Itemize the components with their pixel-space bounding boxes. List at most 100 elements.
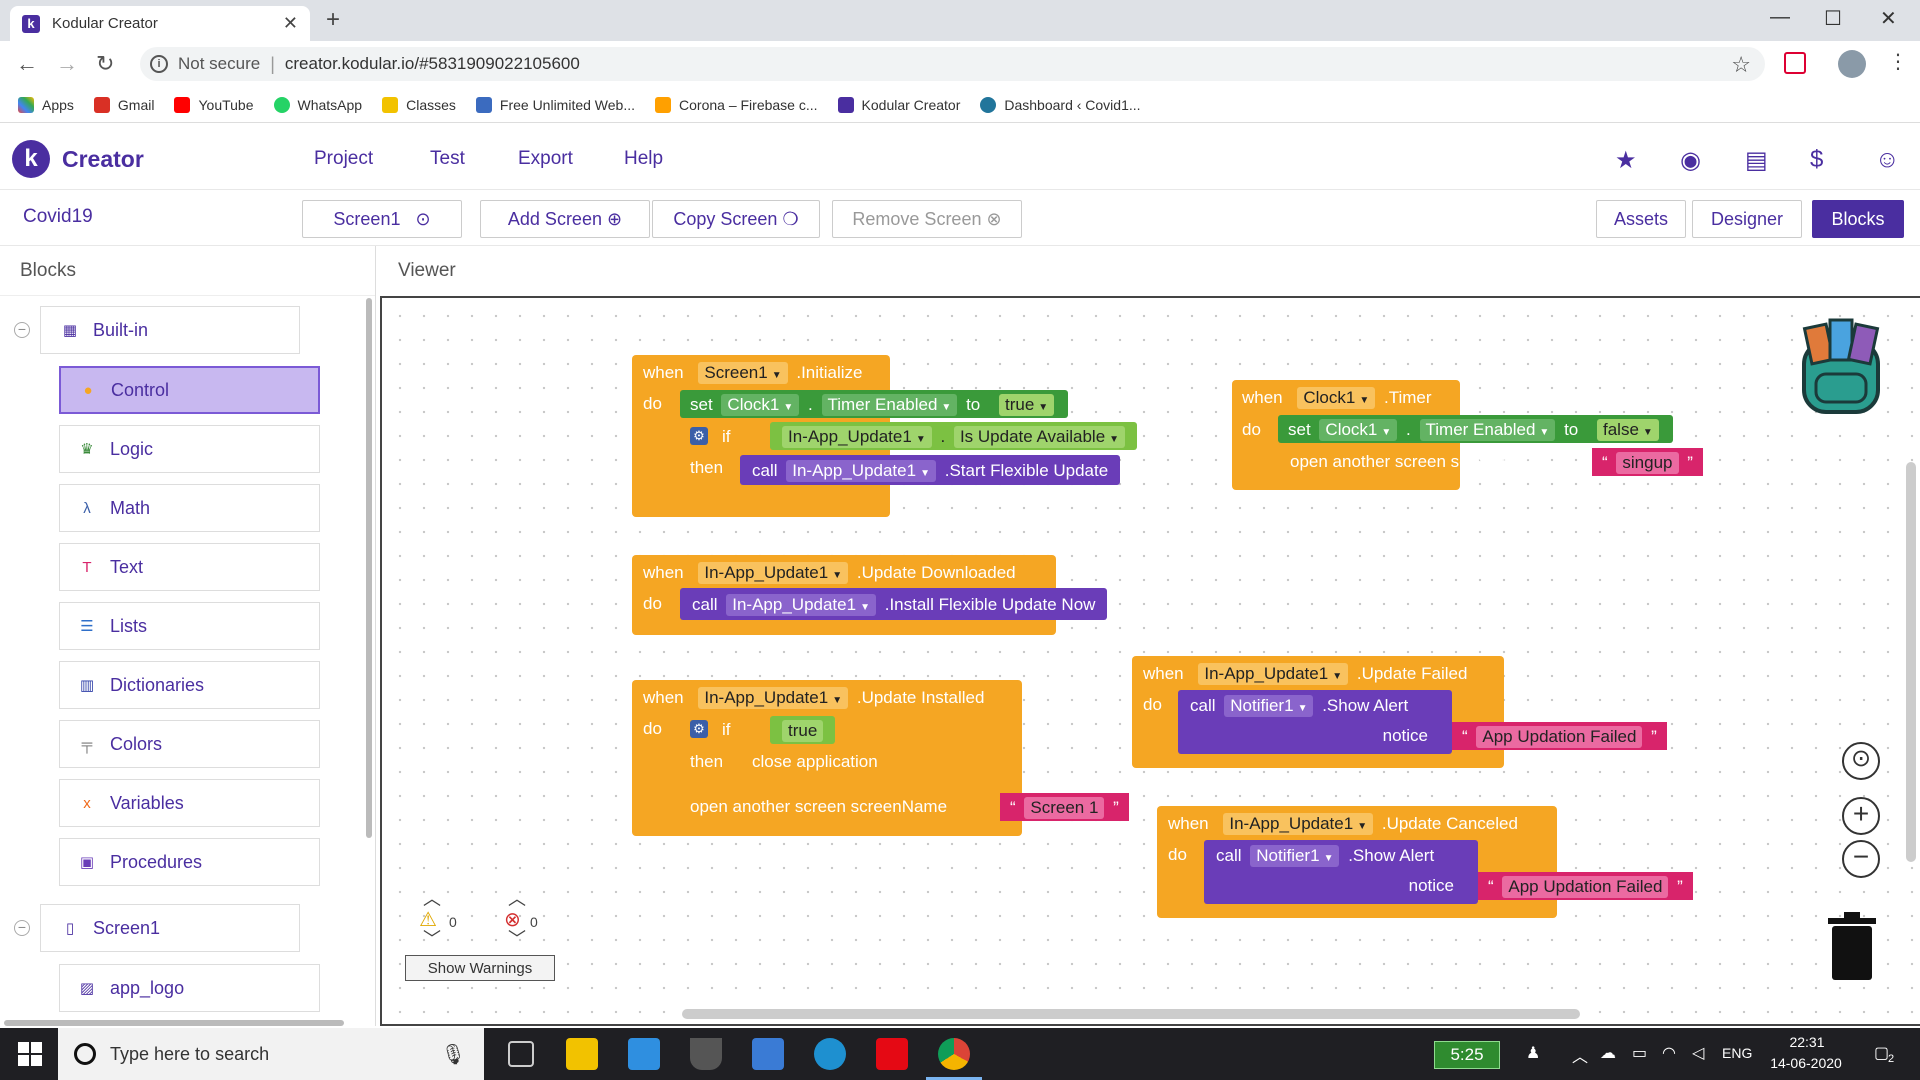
set-clock-timer-block[interactable]: set Clock1 ▼ . Timer Enabled ▼ to false ▼ (1278, 415, 1673, 443)
show-warnings-button[interactable]: Show Warnings (405, 955, 555, 981)
start-flexible-update-block[interactable]: call In-App_Update1 ▼ .Start Flexible Upd… (740, 455, 1121, 485)
docs-icon[interactable]: ▤ (1745, 146, 1768, 175)
bookmark-whatsapp[interactable]: WhatsApp (273, 96, 362, 113)
update-component-dropdown[interactable]: In-App_Update1 ▼ (698, 562, 849, 584)
update-component-dropdown[interactable]: In-App_Update1 ▼ (1223, 813, 1374, 835)
update-component-dropdown[interactable]: In-App_Update1 ▼ (726, 594, 876, 616)
new-tab-button[interactable]: + (326, 6, 340, 34)
panel-horizontal-scrollbar[interactable] (4, 1020, 344, 1026)
add-screen-button[interactable]: Add Screen ⊕ (480, 200, 650, 238)
update-component-dropdown[interactable]: In-App_Update1 ▼ (782, 426, 932, 448)
tree-item-app-logo[interactable]: ▨ app_logo (59, 964, 320, 1012)
chrome-icon[interactable] (938, 1038, 970, 1070)
menu-test[interactable]: Test (430, 148, 465, 170)
volume-icon[interactable]: ◁ (1692, 1043, 1704, 1063)
url-text[interactable]: creator.kodular.io/#5831909022105600 (285, 54, 580, 74)
bookmark-youtube[interactable]: YouTube (174, 96, 254, 113)
account-icon[interactable]: ☺ (1875, 146, 1900, 174)
bookmark-apps[interactable]: Apps (18, 96, 74, 113)
zoom-in-button[interactable]: + (1842, 797, 1880, 835)
set-clock-timer-block[interactable]: set Clock1 ▼ . Timer Enabled ▼ to true ▼ (680, 390, 1069, 418)
maximize-icon[interactable]: ☐ (1824, 6, 1842, 31)
component-dropdown[interactable]: Screen1 ▼ (698, 362, 788, 384)
tree-item-colors[interactable]: ╤ Colors (59, 720, 320, 768)
folder-star-icon[interactable]: ★ (1615, 146, 1637, 175)
tree-item-lists[interactable]: ☰ Lists (59, 602, 320, 650)
trash-icon[interactable] (1826, 912, 1878, 982)
update-component-dropdown[interactable]: In-App_Update1 ▼ (786, 460, 936, 482)
language-indicator[interactable]: ENG (1722, 1045, 1752, 1061)
clock-dropdown[interactable]: Clock1 ▼ (721, 394, 800, 416)
error-prev-icon[interactable]: ︿ (508, 890, 526, 908)
mic-icon[interactable]: 🎙 (441, 1042, 466, 1067)
false-dropdown[interactable]: false ▼ (1596, 419, 1659, 441)
clock-date[interactable]: 14-06-2020 (1766, 1055, 1846, 1071)
netflix-icon[interactable] (876, 1038, 908, 1070)
blocks-button[interactable]: Blocks (1812, 200, 1904, 238)
tree-builtin[interactable]: ▦ Built-in (40, 306, 300, 354)
property-dropdown[interactable]: Is Update Available ▼ (953, 426, 1126, 448)
bookmark-dashboard[interactable]: Dashboard ‹ Covid1... (980, 96, 1141, 113)
error-next-icon[interactable]: ﹀ (508, 930, 526, 948)
tree-item-procedures[interactable]: ▣ Procedures (59, 838, 320, 886)
menu-project[interactable]: Project (314, 148, 373, 170)
bookmark-gmail[interactable]: Gmail (93, 96, 154, 113)
singup-text-block[interactable]: “ singup ” (1592, 448, 1703, 476)
app-updation-failed-text-block[interactable]: “ App Updation Failed ” (1478, 872, 1693, 900)
app-updation-failed-text-block[interactable]: “ App Updation Failed ” (1452, 722, 1667, 750)
true-block[interactable]: true (770, 716, 836, 744)
window-close-icon[interactable]: ✕ (1880, 6, 1897, 31)
gear-icon[interactable]: ⚙ (690, 427, 708, 445)
palette-icon[interactable]: ◉ (1680, 146, 1701, 175)
bookmark-classes[interactable]: Classes (382, 96, 456, 113)
tree-screen1[interactable]: ▯ Screen1 (40, 904, 300, 952)
tree-item-variables[interactable]: x Variables (59, 779, 320, 827)
security-shield-icon[interactable] (690, 1038, 722, 1070)
dollar-icon[interactable]: $ (1810, 146, 1823, 174)
forward-icon[interactable]: → (56, 51, 78, 77)
backpack-icon[interactable] (1786, 312, 1896, 422)
workspace-horizontal-scrollbar[interactable] (682, 1009, 1580, 1019)
designer-button[interactable]: Designer (1692, 200, 1802, 238)
brand-name[interactable]: Creator (62, 146, 144, 173)
back-icon[interactable]: ← (16, 51, 38, 77)
people-icon[interactable]: ♟ (1526, 1043, 1540, 1063)
show-alert-block[interactable]: call Notifier1 ▼ .Show Alert notice (1204, 840, 1478, 904)
is-update-available-block[interactable]: In-App_Update1 ▼ . Is Update Available ▼ (770, 422, 1138, 450)
collapse-screen1-icon[interactable]: − (14, 920, 30, 936)
bookmark-star-icon[interactable]: ☆ (1731, 52, 1751, 78)
notifier-dropdown[interactable]: Notifier1 ▼ (1250, 845, 1340, 867)
install-flexible-update-block[interactable]: call In-App_Update1 ▼ .Install Flexible U… (680, 588, 1108, 620)
clock-dropdown[interactable]: Clock1 ▼ (1319, 419, 1398, 441)
tree-item-logic[interactable]: ♛ Logic (59, 425, 320, 473)
bookmark-firebase[interactable]: Corona – Firebase c... (655, 96, 818, 113)
browser-menu-icon[interactable]: ⋮ (1888, 49, 1908, 74)
screen1-text-block[interactable]: “ Screen 1 ” (1000, 793, 1129, 821)
omnibox[interactable]: i Not secure | creator.kodular.io/#58319… (140, 47, 1765, 81)
mail-icon[interactable] (628, 1038, 660, 1070)
warning-prev-icon[interactable]: ︿ (423, 890, 441, 908)
notifier-dropdown[interactable]: Notifier1 ▼ (1224, 695, 1314, 717)
battery-icon[interactable]: ▭ (1632, 1043, 1647, 1063)
screen-select[interactable]: Screen1 ⊙ (302, 200, 462, 238)
assets-button[interactable]: Assets (1596, 200, 1686, 238)
clock-dropdown[interactable]: Clock1 ▼ (1297, 387, 1376, 409)
network-error-icon[interactable]: ☁ (1600, 1043, 1616, 1063)
menu-help[interactable]: Help (624, 148, 663, 170)
task-view-icon[interactable] (508, 1041, 534, 1067)
tab-close-icon[interactable]: ✕ (283, 13, 298, 34)
true-dropdown[interactable]: true ▼ (998, 394, 1055, 416)
property-dropdown[interactable]: Timer Enabled ▼ (821, 394, 958, 416)
copy-screen-button[interactable]: Copy Screen ❍ (652, 200, 820, 238)
bookmark-free-web[interactable]: Free Unlimited Web... (475, 96, 635, 113)
clock-time[interactable]: 22:31 (1772, 1034, 1842, 1050)
store-icon[interactable] (752, 1038, 784, 1070)
extension-icon[interactable] (1784, 52, 1806, 74)
tree-item-text[interactable]: T Text (59, 543, 320, 591)
menu-export[interactable]: Export (518, 148, 573, 170)
show-alert-block[interactable]: call Notifier1 ▼ .Show Alert notice (1178, 690, 1452, 754)
tree-item-math[interactable]: λ Math (59, 484, 320, 532)
edge-icon[interactable] (814, 1038, 846, 1070)
workspace-vertical-scrollbar[interactable] (1906, 462, 1916, 862)
tree-item-dictionaries[interactable]: ▥ Dictionaries (59, 661, 320, 709)
